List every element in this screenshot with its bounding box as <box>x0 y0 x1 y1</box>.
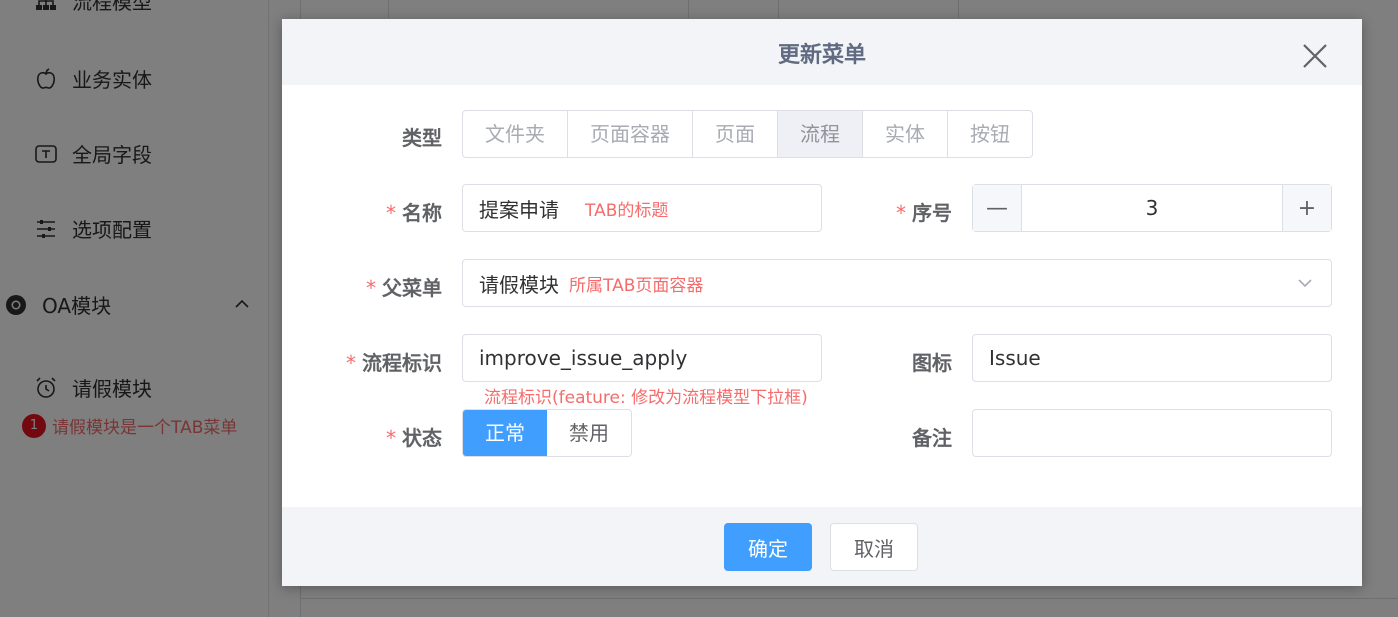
type-option-folder[interactable]: 文件夹 <box>463 111 568 157</box>
name-label: * 名称 <box>386 201 442 225</box>
dialog-title: 更新菜单 <box>777 43 866 68</box>
type-option-button[interactable]: 按钮 <box>948 111 1032 157</box>
icon-input[interactable]: Issue <box>972 334 1332 382</box>
parent-menu-value: 请假模块 <box>479 272 559 297</box>
close-icon <box>1303 44 1327 68</box>
icon-value: Issue <box>989 346 1041 370</box>
name-value: 提案申请 <box>479 197 559 222</box>
increment-button[interactable]: + <box>1282 185 1331 231</box>
chevron-down-icon <box>1297 278 1313 288</box>
confirm-button[interactable]: 确定 <box>724 523 812 571</box>
process-id-input[interactable]: improve_issue_apply <box>462 334 822 382</box>
type-option-page[interactable]: 页面 <box>693 111 778 157</box>
type-option-process[interactable]: 流程 <box>778 111 863 157</box>
type-label: 类型 <box>402 126 442 150</box>
parent-menu-select[interactable]: 请假模块 所属TAB页面容器 <box>462 259 1332 307</box>
icon-label: 图标 <box>912 351 952 375</box>
close-button[interactable] <box>1300 41 1330 71</box>
process-id-value: improve_issue_apply <box>479 346 688 370</box>
update-menu-dialog: 更新菜单 类型 文件夹 页面容器 页面 流程 实体 按钮 * 名称 提案申请 TA… <box>282 19 1362 586</box>
decrement-button[interactable]: — <box>973 185 1022 231</box>
status-radio-group: 正常 禁用 <box>462 409 632 457</box>
parent-menu-label: * 父菜单 <box>366 276 442 300</box>
status-option-disabled[interactable]: 禁用 <box>547 410 631 456</box>
remark-input[interactable] <box>972 409 1332 457</box>
parent-menu-annotation: 所属TAB页面容器 <box>569 275 704 296</box>
status-label: * 状态 <box>386 426 442 450</box>
type-segmented-control: 文件夹 页面容器 页面 流程 实体 按钮 <box>462 110 1033 158</box>
status-option-normal[interactable]: 正常 <box>463 410 547 456</box>
dialog-header: 更新菜单 <box>282 19 1362 85</box>
dialog-footer <box>282 507 1362 586</box>
order-value[interactable]: 3 <box>1022 185 1282 231</box>
process-id-annotation: 流程标识(feature: 修改为流程模型下拉框) <box>484 388 808 408</box>
name-annotation: TAB的标题 <box>585 200 669 221</box>
name-input[interactable]: 提案申请 TAB的标题 <box>462 184 822 232</box>
type-option-entity[interactable]: 实体 <box>863 111 948 157</box>
order-label: * 序号 <box>896 201 952 225</box>
type-option-page-container[interactable]: 页面容器 <box>568 111 693 157</box>
remark-label: 备注 <box>912 426 952 450</box>
order-stepper: — 3 + <box>972 184 1332 232</box>
cancel-button[interactable]: 取消 <box>830 523 918 571</box>
process-id-label: * 流程标识 <box>346 351 442 375</box>
